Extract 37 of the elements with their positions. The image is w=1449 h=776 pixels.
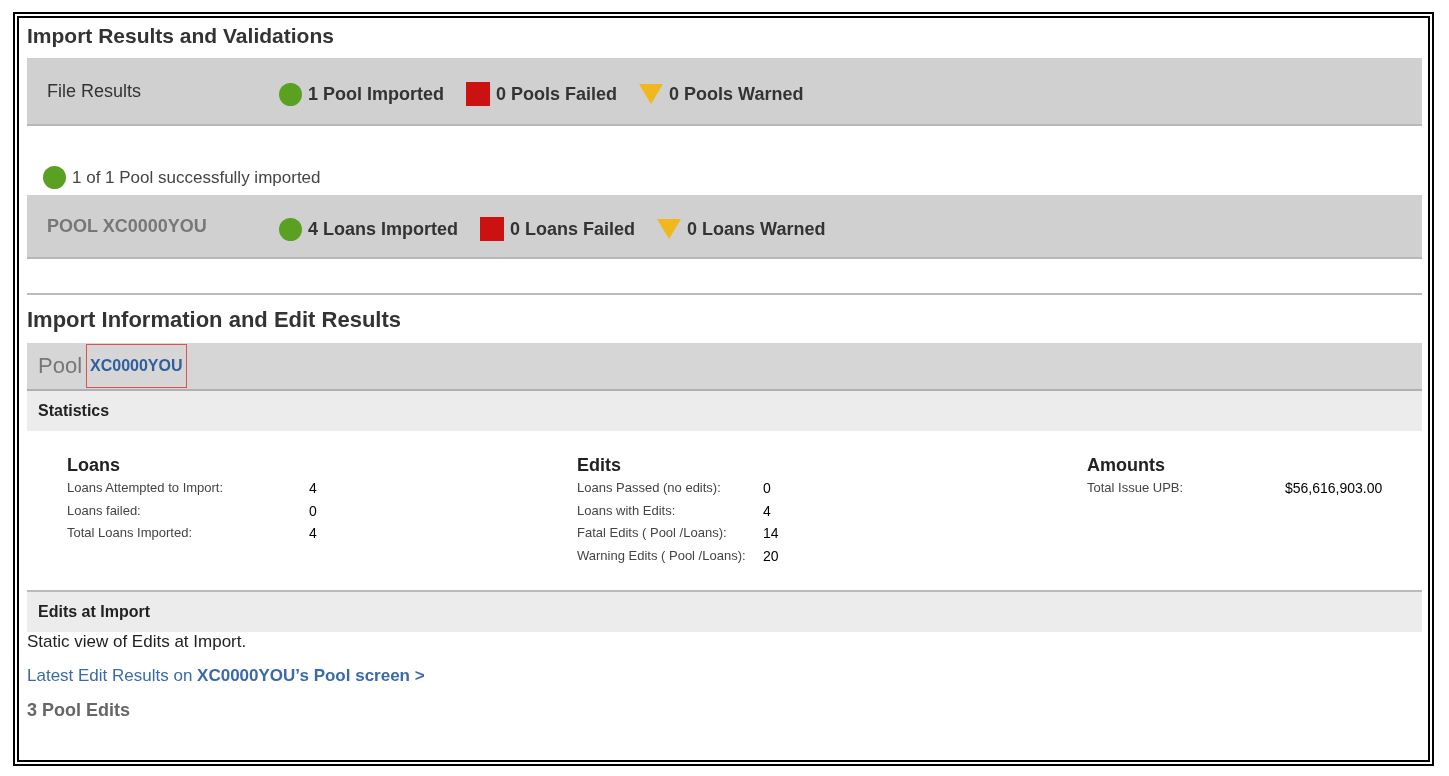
stat-label: Total Issue UPB: — [1087, 480, 1185, 497]
pool-label: Pool — [38, 353, 83, 379]
result-count: 4 Loans Imported — [308, 218, 459, 240]
stat-label: Total Loans Imported: — [67, 525, 194, 542]
page-title: Import Results and Validations — [27, 24, 335, 48]
stat-label: Warning Edits ( Pool /Loans): — [577, 547, 747, 565]
result-count: 0 Loans Warned — [687, 218, 826, 240]
stat-value: $56,616,903.00 — [1285, 480, 1384, 498]
section-header: Statistics — [27, 391, 1422, 431]
stat-label: Loans with Edits: — [577, 502, 677, 520]
stat-label: Loans Attempted to Import: — [67, 480, 225, 497]
edit-results-link[interactable]: Latest Edit Results on XC0000YOU’s Pool screen > — [27, 666, 425, 686]
stat-value: 4 — [763, 502, 772, 521]
stat-value: 0 — [763, 480, 772, 498]
pool-edits-count: 3 Pool Edits — [27, 700, 132, 721]
results-label: POOL XC0000YOU — [46, 215, 208, 237]
section-header: Edits at Import — [27, 592, 1422, 632]
stat-label: Fatal Edits ( Pool /Loans): — [577, 525, 728, 542]
stat-value: 20 — [763, 547, 780, 566]
group-title: Edits — [577, 455, 622, 476]
result-count: 1 Pool Imported — [308, 83, 444, 105]
pool-link[interactable]: XC0000YOU — [86, 344, 187, 388]
section-title: Import Information and Edit Results — [27, 307, 402, 333]
stat-value: 4 — [309, 480, 318, 498]
stat-label: Loans Passed (no edits): — [577, 480, 722, 497]
group-title: Amounts — [1087, 455, 1166, 476]
results-label: File Results — [46, 80, 143, 102]
result-count: 0 Loans Failed — [510, 218, 636, 240]
description-text: Static view of Edits at Import. — [27, 632, 248, 652]
group-title: Loans — [67, 455, 121, 476]
summary-text: 1 of 1 Pool successfully imported — [72, 167, 321, 188]
stat-value: 0 — [309, 502, 318, 521]
stat-label: Loans failed: — [67, 502, 142, 520]
result-count: 0 Pools Failed — [496, 83, 618, 105]
result-count: 0 Pools Warned — [669, 83, 804, 105]
stat-value: 14 — [763, 525, 780, 543]
stat-value: 4 — [309, 525, 318, 543]
